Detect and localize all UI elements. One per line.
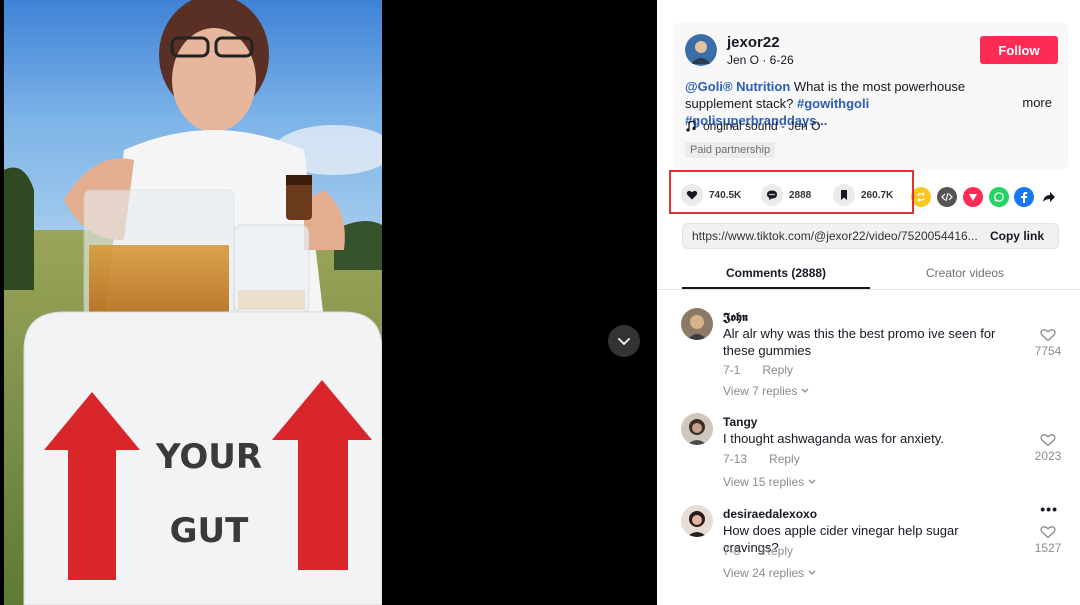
- details-panel: jexor22 Jen O · 6-26 Follow @Goli® Nutri…: [657, 0, 1080, 605]
- send-icon[interactable]: [963, 187, 983, 207]
- more-button[interactable]: more: [1022, 95, 1052, 110]
- view-replies-button[interactable]: View 7 replies: [723, 384, 809, 398]
- commenter-name[interactable]: 𝕵𝖔𝖍𝖓: [723, 310, 748, 325]
- commenter-name[interactable]: desiraedalexoxo: [723, 507, 817, 521]
- comment-like-button[interactable]: 2023: [1028, 433, 1068, 463]
- chevron-down-icon: [802, 388, 809, 393]
- heart-outline-icon: [1040, 329, 1056, 342]
- comment-like-button[interactable]: 7754: [1028, 328, 1068, 358]
- tab-creator-videos[interactable]: Creator videos: [926, 266, 1004, 280]
- video-url[interactable]: https://www.tiktok.com/@jexor22/video/75…: [692, 229, 977, 243]
- copy-link-button[interactable]: Copy link: [990, 229, 1044, 243]
- comment-tabs: Comments (2888) Creator videos: [657, 258, 1080, 290]
- reply-button[interactable]: Reply: [769, 452, 800, 466]
- comment-meta: 7-13 Reply: [723, 452, 800, 466]
- more-options-icon[interactable]: •••: [1040, 501, 1058, 517]
- commenter-avatar[interactable]: [681, 505, 713, 537]
- tiktok-video-page: YOUR GUT jexor22 Jen O · 6-26 Follow @Go…: [0, 0, 1080, 605]
- comment-date: 7-1: [723, 363, 741, 377]
- comment-date: 7-13: [723, 452, 748, 466]
- embed-icon[interactable]: [937, 187, 957, 207]
- follow-button[interactable]: Follow: [980, 36, 1058, 64]
- video-still: YOUR GUT: [4, 0, 382, 605]
- commenter-name[interactable]: Tangy: [723, 415, 757, 429]
- comment-text: Alr alr why was this the best promo ive …: [723, 326, 996, 358]
- video-text-your: YOUR: [155, 437, 262, 477]
- commenter-avatar[interactable]: [681, 413, 713, 445]
- comment-like-count: 2023: [1034, 449, 1062, 463]
- view-replies-label: View 24 replies: [723, 566, 805, 580]
- video-link-box: https://www.tiktok.com/@jexor22/video/75…: [682, 223, 1059, 249]
- author-avatar[interactable]: [685, 34, 717, 66]
- tab-comments[interactable]: Comments (2888): [726, 266, 826, 280]
- active-tab-indicator: [682, 287, 870, 289]
- music-note-icon: [686, 120, 696, 132]
- next-video-button[interactable]: [608, 325, 640, 357]
- commenter-avatar[interactable]: [681, 308, 713, 340]
- comment-meta: 7-1 Reply: [723, 363, 793, 377]
- comment-like-count: 7754: [1034, 344, 1062, 358]
- comment-like-count: 1527: [1034, 541, 1062, 555]
- comment-like-button[interactable]: 1527: [1028, 525, 1068, 555]
- comment-meta: 7-8 Reply: [723, 544, 793, 558]
- video-player[interactable]: YOUR GUT: [0, 0, 657, 605]
- repost-icon[interactable]: [911, 187, 931, 207]
- reply-button[interactable]: Reply: [762, 363, 793, 377]
- heart-outline-icon: [1040, 434, 1056, 447]
- sound-link[interactable]: original sound - Jen O: [685, 119, 820, 133]
- video-frame[interactable]: YOUR GUT: [4, 0, 382, 605]
- whatsapp-icon[interactable]: [989, 187, 1009, 207]
- author-username[interactable]: jexor22: [727, 34, 780, 51]
- sound-label: original sound - Jen O: [703, 119, 821, 133]
- chevron-down-icon: [618, 338, 630, 346]
- mention-link[interactable]: @Goli® Nutrition: [685, 79, 790, 94]
- comment-text: I thought ashwaganda was for anxiety.: [723, 431, 944, 446]
- reply-button[interactable]: Reply: [762, 544, 793, 558]
- view-replies-label: View 7 replies: [723, 384, 798, 398]
- facebook-icon[interactable]: [1014, 187, 1034, 207]
- video-info-card: jexor22 Jen O · 6-26 Follow @Goli® Nutri…: [673, 22, 1068, 170]
- heart-outline-icon: [1040, 526, 1056, 539]
- engagement-highlight-box: [669, 170, 914, 214]
- share-arrow-icon[interactable]: [1039, 187, 1059, 207]
- comment-date: 7-8: [723, 544, 741, 558]
- view-replies-button[interactable]: View 15 replies: [723, 475, 816, 489]
- paid-partnership-badge: Paid partnership: [685, 142, 776, 158]
- view-replies-label: View 15 replies: [723, 475, 805, 489]
- author-subline: Jen O · 6-26: [727, 53, 794, 67]
- chevron-down-icon: [808, 479, 816, 484]
- video-text-gut: GUT: [170, 511, 250, 551]
- view-replies-button[interactable]: View 24 replies: [723, 566, 816, 580]
- chevron-down-icon: [808, 570, 816, 575]
